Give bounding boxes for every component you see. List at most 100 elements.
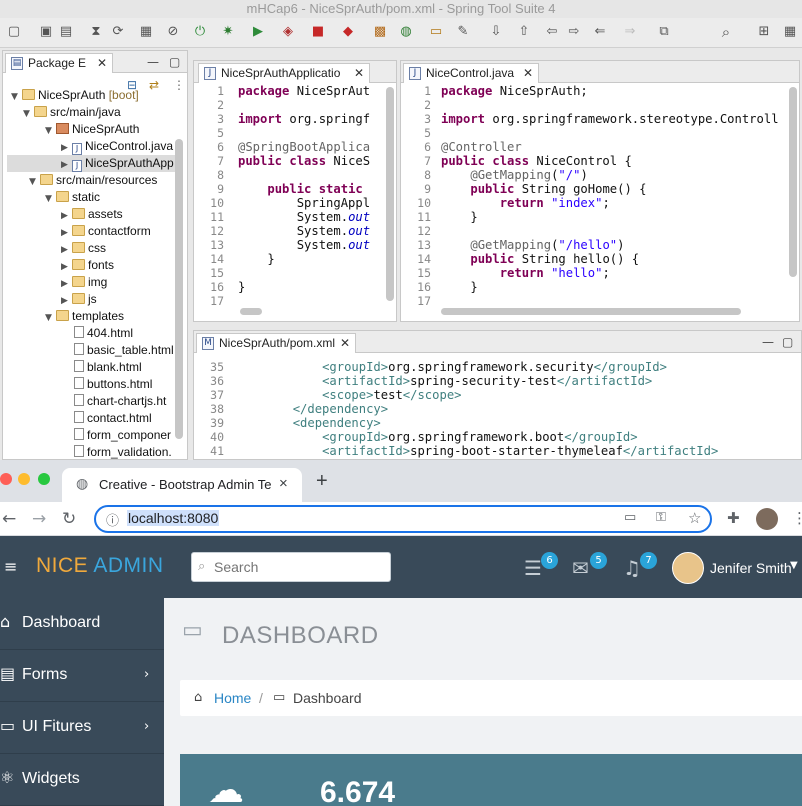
debug-icon[interactable]: ✷ <box>220 24 236 40</box>
browser-menu-icon[interactable]: ⋮ <box>792 509 802 527</box>
terminate-icon[interactable]: ◆ <box>340 24 356 40</box>
close-tab-icon[interactable]: × <box>279 475 288 492</box>
profile-avatar[interactable] <box>756 508 778 530</box>
address-text[interactable]: localhost:8080 <box>127 510 220 526</box>
info-icon[interactable]: ⓘ <box>106 510 119 529</box>
run-config-icon[interactable]: ◈ <box>280 24 296 40</box>
tree-item[interactable]: ▶ css <box>61 240 106 257</box>
view-menu-icon[interactable]: ⋮ <box>173 78 185 92</box>
code-line[interactable]: 2 <box>401 98 799 112</box>
code-line[interactable]: 15 return "hello"; <box>401 266 799 280</box>
pencil-icon[interactable]: ✎ <box>455 24 471 40</box>
spring-perspective-icon[interactable]: ▦ <box>782 24 798 40</box>
tree-item[interactable]: ▼ templates <box>45 308 124 325</box>
user-avatar[interactable] <box>672 552 704 584</box>
console-icon[interactable]: ▦ <box>138 24 154 40</box>
prev-annotation-icon[interactable]: ⇧ <box>516 24 532 40</box>
search-input[interactable] <box>214 557 384 577</box>
user-name[interactable]: Jenifer Smith <box>710 560 792 576</box>
code-line[interactable]: 12 <box>401 224 799 238</box>
close-icon[interactable]: ✕ <box>340 334 350 352</box>
editor-application-hscrollbar[interactable] <box>240 308 262 315</box>
tree-item[interactable]: form_validation. <box>73 444 172 459</box>
tree-item[interactable]: ▶ contactform <box>61 223 151 240</box>
run-icon[interactable]: ▶ <box>250 24 266 40</box>
tree-item[interactable]: ▼ src/main/java <box>23 104 121 121</box>
code-line[interactable]: 9 public static <box>194 182 396 196</box>
code-line[interactable]: 7 public class NiceS <box>194 154 396 168</box>
close-window-icon[interactable] <box>0 473 12 485</box>
tree-item[interactable]: ▶ assets <box>61 206 123 223</box>
tree-item[interactable]: form_componer <box>73 427 171 444</box>
open-folder-icon[interactable]: ▭ <box>428 24 444 40</box>
sidebar-item-widgets[interactable]: ⚛ Widgets <box>0 754 164 806</box>
code-line[interactable]: 5 <box>401 126 799 140</box>
save-all-icon[interactable]: ▤ <box>58 24 74 40</box>
new-file-icon[interactable]: ▢ <box>6 24 22 40</box>
hamburger-icon[interactable]: ≡ <box>4 557 17 576</box>
code-line[interactable]: 14 } <box>194 252 396 266</box>
code-line[interactable]: 9 public String goHome() { <box>401 182 799 196</box>
close-icon[interactable]: ✕ <box>523 64 533 82</box>
editor-nicecontrol-vscrollbar[interactable] <box>789 87 797 277</box>
maximize-window-icon[interactable] <box>38 473 50 485</box>
code-line[interactable]: 8 @GetMapping("/") <box>401 168 799 182</box>
search-icon[interactable]: ⌕ <box>718 24 734 40</box>
code-line[interactable]: 11 } <box>401 210 799 224</box>
refresh-icon[interactable]: ⟳ <box>110 24 126 40</box>
code-line[interactable]: 14 public String hello() { <box>401 252 799 266</box>
code-line[interactable]: 12 System.out <box>194 224 396 238</box>
star-icon[interactable]: ☆ <box>688 509 701 527</box>
code-line[interactable]: 17 <box>194 294 396 308</box>
power-icon[interactable]: ⏻ <box>192 24 208 40</box>
code-area-pom[interactable]: 35 <groupId>org.springframework.security… <box>194 360 801 459</box>
bell-icon[interactable]: ♫ <box>623 556 641 580</box>
tree-item[interactable]: 404.html <box>73 325 133 342</box>
spring-icon[interactable]: ◍ <box>398 24 414 40</box>
code-line[interactable]: 39 <dependency> <box>194 416 801 430</box>
tree-item[interactable]: ▼ src/main/resources <box>29 172 157 189</box>
code-line[interactable]: 5 <box>194 126 396 140</box>
sidebar-item-ui-fitures[interactable]: ▭ UI Fitures › <box>0 702 164 754</box>
tasks-icon[interactable]: ☰ <box>524 556 542 580</box>
extensions-icon[interactable]: ✚ <box>727 509 740 527</box>
code-line[interactable]: 3 import org.springf <box>194 112 396 126</box>
tree-item[interactable]: ▶ img <box>61 274 107 291</box>
tree-item[interactable]: ▶ js <box>61 291 97 308</box>
code-line[interactable]: 1 package NiceSprAut <box>194 84 396 98</box>
bookmark-icon[interactable]: ⇨ <box>566 24 582 40</box>
sidebar-item-dashboard[interactable]: ⌂ Dashboard <box>0 598 164 650</box>
back-icon[interactable]: ← <box>2 509 16 529</box>
code-line[interactable]: 16 } <box>401 280 799 294</box>
code-line[interactable]: 2 <box>194 98 396 112</box>
code-line[interactable]: 38 </dependency> <box>194 402 801 416</box>
tree-item[interactable]: ▼ NiceSprAuth [boot] <box>11 87 139 104</box>
site-search[interactable]: ⌕ <box>191 552 391 582</box>
browser-tab-active[interactable]: ◍ Creative - Bootstrap Admin Ter × <box>62 468 302 502</box>
breadcrumb-home-link[interactable]: Home <box>214 690 251 706</box>
code-line[interactable]: 35 <groupId>org.springframework.security… <box>194 360 801 374</box>
code-line[interactable]: 13 @GetMapping("/hello") <box>401 238 799 252</box>
mail-icon[interactable]: ✉ <box>572 556 589 580</box>
new-tab-button[interactable]: + <box>316 470 328 493</box>
code-line[interactable]: 13 System.out <box>194 238 396 252</box>
stop-icon[interactable]: ■ <box>310 24 326 40</box>
code-line[interactable]: 3 import org.springframework.stereotype.C… <box>401 112 799 126</box>
minimize-icon[interactable]: — <box>147 55 159 69</box>
tree-item[interactable]: basic_table.html <box>73 342 174 359</box>
tree-item[interactable]: contact.html <box>73 410 152 427</box>
code-line[interactable]: 11 System.out <box>194 210 396 224</box>
forward-icon[interactable]: → <box>32 509 46 529</box>
code-area-nicecontrol[interactable]: 1 package NiceSprAuth; 2 3 import org.spring… <box>401 84 799 321</box>
close-icon[interactable]: ✕ <box>354 64 364 82</box>
tree-item[interactable]: buttons.html <box>73 376 152 393</box>
code-line[interactable]: 6 @SpringBootApplica <box>194 140 396 154</box>
sidebar-item-forms[interactable]: ▤ Forms › <box>0 650 164 702</box>
package-icon[interactable]: ▩ <box>372 24 388 40</box>
install-app-icon[interactable]: ▭ <box>624 510 636 525</box>
maximize-icon[interactable]: ▢ <box>169 55 180 69</box>
tree-item[interactable]: ▶ fonts <box>61 257 114 274</box>
filter-icon[interactable]: ⧗ <box>88 24 104 40</box>
reload-icon[interactable]: ↻ <box>62 509 76 529</box>
minimize-window-icon[interactable] <box>18 473 30 485</box>
